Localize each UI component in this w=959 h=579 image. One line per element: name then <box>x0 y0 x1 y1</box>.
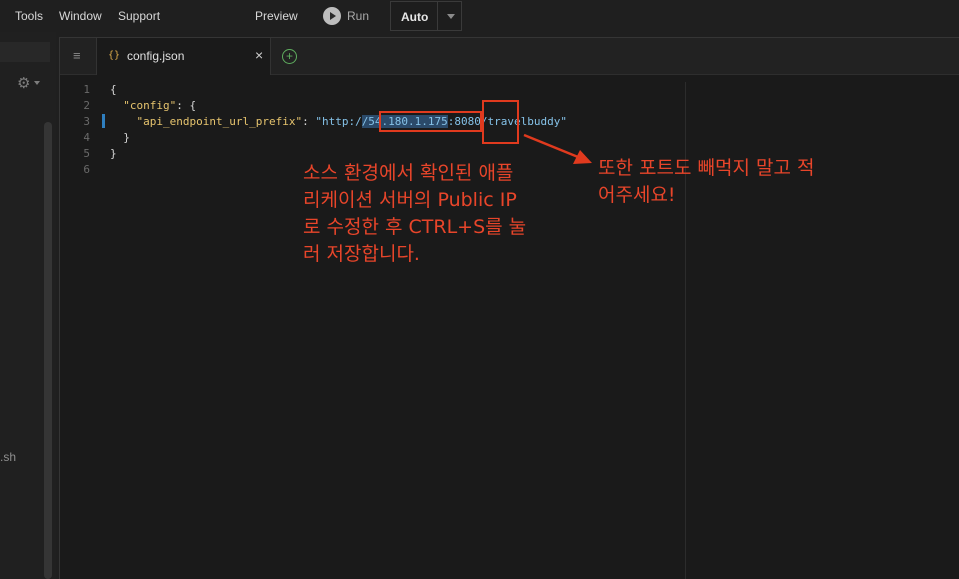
code-content[interactable]: { "config": { "api_endpoint_url_prefix":… <box>110 76 567 167</box>
sidebar-header-strip <box>0 42 50 62</box>
code-token: : { <box>176 99 197 112</box>
active-line-marker <box>102 114 105 128</box>
note-line: 어주세요! <box>598 184 676 206</box>
code-token: : <box>302 115 316 128</box>
chevron-down-icon[interactable] <box>447 14 455 19</box>
runner-select-divider <box>437 2 438 30</box>
note-line: 로 수정한 후 CTRL+S를 눌 <box>303 216 527 238</box>
code-string: "http:/ <box>315 115 362 128</box>
gear-caret-icon[interactable] <box>34 81 40 85</box>
line-number: 4 <box>83 131 90 144</box>
menu-window[interactable]: Window <box>59 9 102 23</box>
note-line: 리케이션 서버의 Public IP <box>303 189 517 211</box>
ip-highlight-box <box>379 111 482 132</box>
menu-icon[interactable]: ≡ <box>73 48 81 63</box>
code-line-1: { <box>110 82 117 98</box>
note-line: 또한 포트도 빼먹지 말고 적 <box>598 157 815 179</box>
menu-tools[interactable]: Tools <box>15 9 43 23</box>
run-label: Run <box>347 9 370 23</box>
tab-bar: ≡ {} config.json × + <box>60 38 959 75</box>
code-key: "config" <box>123 99 177 112</box>
note-line: 러 저장합니다. <box>303 243 420 265</box>
code-line-5: } <box>110 146 117 162</box>
close-icon[interactable]: × <box>255 47 263 63</box>
line-number: 1 <box>83 83 90 96</box>
add-tab-icon[interactable]: + <box>282 49 297 64</box>
file-sidebar: ⚙ .sh <box>0 32 56 579</box>
sidebar-scrollbar[interactable] <box>44 122 52 579</box>
code-token: { <box>110 83 117 96</box>
code-line-4: } <box>110 130 130 146</box>
line-number: 3 <box>83 115 90 128</box>
port-instruction-note: 또한 포트도 빼먹지 말고 적 어주세요! <box>598 155 814 209</box>
code-line-2: "config": { <box>110 98 196 114</box>
line-number: 2 <box>83 99 90 112</box>
tab-config-json[interactable]: {} config.json × <box>97 38 271 75</box>
gear-icon[interactable]: ⚙ <box>17 74 30 92</box>
line-number: 6 <box>83 163 90 176</box>
port-highlight-box <box>482 100 519 144</box>
menu-preview[interactable]: Preview <box>255 9 298 23</box>
code-token: } <box>110 147 117 160</box>
note-line: 소스 환경에서 확인된 애플 <box>303 162 514 184</box>
runner-select-value: Auto <box>401 10 429 24</box>
menu-bar: Tools Window Support Preview Run Auto <box>0 0 959 32</box>
code-key: "api_endpoint_url_prefix" <box>136 115 303 128</box>
code-token: } <box>110 131 130 144</box>
line-number: 5 <box>83 147 90 160</box>
menu-support[interactable]: Support <box>118 9 160 23</box>
json-file-icon: {} <box>108 50 121 61</box>
run-button[interactable]: Run <box>323 7 369 25</box>
sidebar-file-item[interactable]: .sh <box>0 450 16 464</box>
play-icon <box>323 7 341 25</box>
main-instruction-note: 소스 환경에서 확인된 애플 리케이션 서버의 Public IP 로 수정한 … <box>303 160 526 268</box>
tab-label: config.json <box>127 49 185 63</box>
runner-select[interactable]: Auto <box>390 1 462 31</box>
